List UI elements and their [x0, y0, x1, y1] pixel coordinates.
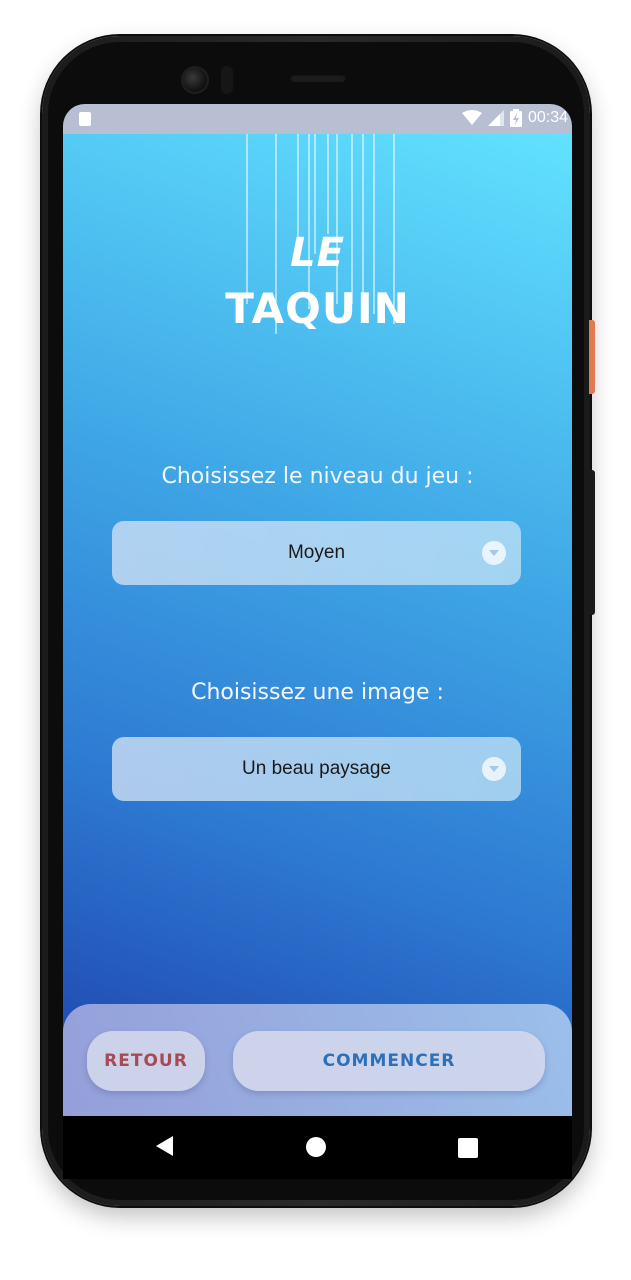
- level-dropdown-value: Moyen: [287, 542, 346, 563]
- proximity-sensor: [221, 66, 233, 94]
- bottom-action-panel: RETOUR COMMENCER: [63, 1004, 572, 1116]
- level-label: Choisissez le niveau du jeu :: [161, 464, 474, 489]
- app-screen: LE TAQUIN Choisissez le niveau du jeu : …: [63, 134, 572, 1116]
- chevron-down-icon: [482, 541, 506, 565]
- navigation-bar: [63, 1116, 572, 1179]
- wifi-icon: [461, 110, 482, 125]
- home-circle-icon[interactable]: [305, 1136, 327, 1158]
- screen: 00:34 LE TAQUIN Choisissez le niveau du …: [63, 104, 572, 1179]
- sim-card-icon: [79, 112, 91, 126]
- recent-apps-square-icon[interactable]: [458, 1138, 478, 1158]
- front-camera: [183, 68, 207, 92]
- signal-icon: [487, 110, 504, 126]
- logo-le: LE: [290, 230, 345, 276]
- power-button: [589, 320, 595, 394]
- start-button[interactable]: COMMENCER: [233, 1031, 545, 1091]
- earpiece-speaker: [290, 74, 346, 82]
- image-label: Choisissez une image :: [191, 680, 444, 705]
- status-icons: 00:34: [461, 109, 568, 127]
- image-dropdown[interactable]: Un beau paysage: [112, 737, 521, 801]
- chevron-down-icon: [482, 757, 506, 781]
- battery-charging-icon: [509, 109, 522, 127]
- status-time: 00:34: [527, 109, 568, 126]
- status-bar: 00:34: [63, 104, 572, 134]
- back-button[interactable]: RETOUR: [87, 1031, 205, 1091]
- level-dropdown[interactable]: Moyen: [112, 521, 521, 585]
- volume-button: [589, 470, 595, 615]
- back-triangle-icon[interactable]: [155, 1135, 175, 1157]
- image-dropdown-value: Un beau paysage: [242, 758, 391, 779]
- logo-taquin: TAQUIN: [225, 284, 410, 333]
